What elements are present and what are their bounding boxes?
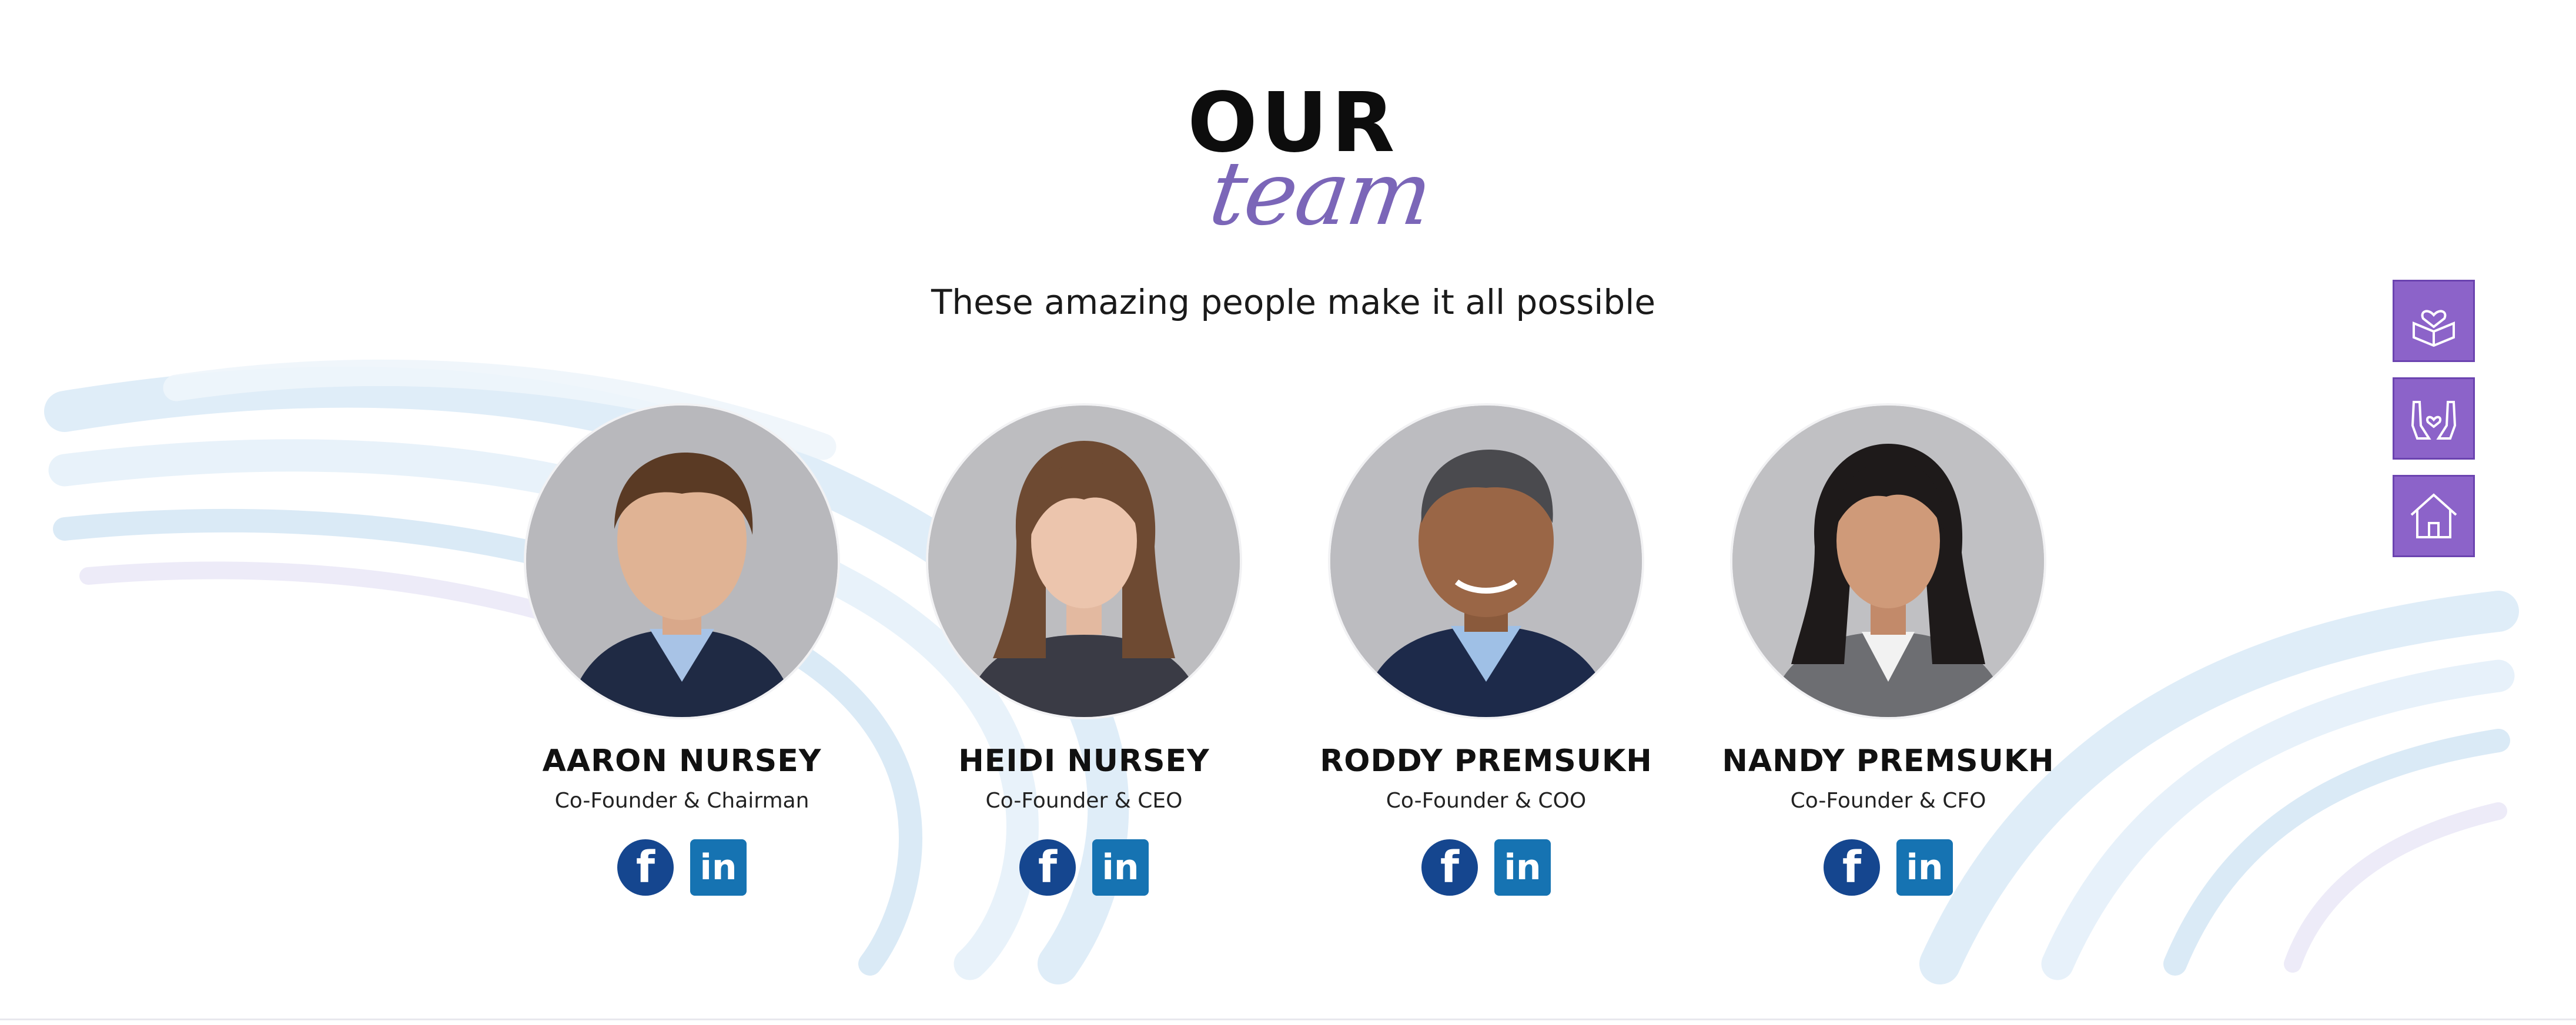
team-member-card: NANDY PREMSUKH Co-Founder & CFO f in xyxy=(1688,406,2088,923)
section-heading: OUR team xyxy=(1140,82,1446,253)
team-page: OUR team These amazing people make it al… xyxy=(0,0,2576,1025)
linkedin-icon[interactable]: in xyxy=(1494,839,1551,896)
member-role: Co-Founder & COO xyxy=(1386,789,1587,813)
donate-button[interactable] xyxy=(2393,280,2475,362)
hands-heart-icon xyxy=(2411,401,2457,440)
member-social-links: f in xyxy=(482,839,882,896)
team-member-card: AARON NURSEY Co-Founder & Chairman f in xyxy=(482,406,882,923)
team-member-card: RODDY PREMSUKH Co-Founder & COO f in xyxy=(1286,406,1686,923)
heart-box-icon xyxy=(2413,310,2455,347)
member-photo xyxy=(526,406,838,717)
section-subtitle: These amazing people make it all possibl… xyxy=(931,282,1656,322)
member-role: Co-Founder & CFO xyxy=(1790,789,1986,813)
linkedin-icon[interactable]: in xyxy=(1896,839,1953,896)
member-social-links: f in xyxy=(884,839,1284,896)
side-action-buttons xyxy=(2393,280,2475,572)
home-icon xyxy=(2410,493,2457,538)
member-photo xyxy=(1732,406,2044,717)
member-photo xyxy=(1330,406,1642,717)
facebook-icon[interactable]: f xyxy=(1019,839,1076,896)
member-social-links: f in xyxy=(1286,839,1686,896)
volunteer-button[interactable] xyxy=(2393,377,2475,460)
bottom-divider xyxy=(0,1019,2576,1020)
facebook-icon[interactable]: f xyxy=(1824,839,1880,896)
linkedin-icon[interactable]: in xyxy=(690,839,747,896)
heading-team-script: team xyxy=(1203,143,1437,245)
member-social-links: f in xyxy=(1688,839,2088,896)
facebook-icon[interactable]: f xyxy=(617,839,674,896)
facebook-icon[interactable]: f xyxy=(1421,839,1478,896)
home-button[interactable] xyxy=(2393,475,2475,557)
member-role: Co-Founder & Chairman xyxy=(554,789,809,813)
team-member-card: HEIDI NURSEY Co-Founder & CEO f in xyxy=(884,406,1284,923)
member-name: RODDY PREMSUKH xyxy=(1320,743,1652,779)
linkedin-icon[interactable]: in xyxy=(1092,839,1149,896)
member-name: AARON NURSEY xyxy=(542,743,822,779)
member-name: NANDY PREMSUKH xyxy=(1722,743,2055,779)
member-name: HEIDI NURSEY xyxy=(958,743,1210,779)
member-photo xyxy=(928,406,1240,717)
member-role: Co-Founder & CEO xyxy=(985,789,1183,813)
